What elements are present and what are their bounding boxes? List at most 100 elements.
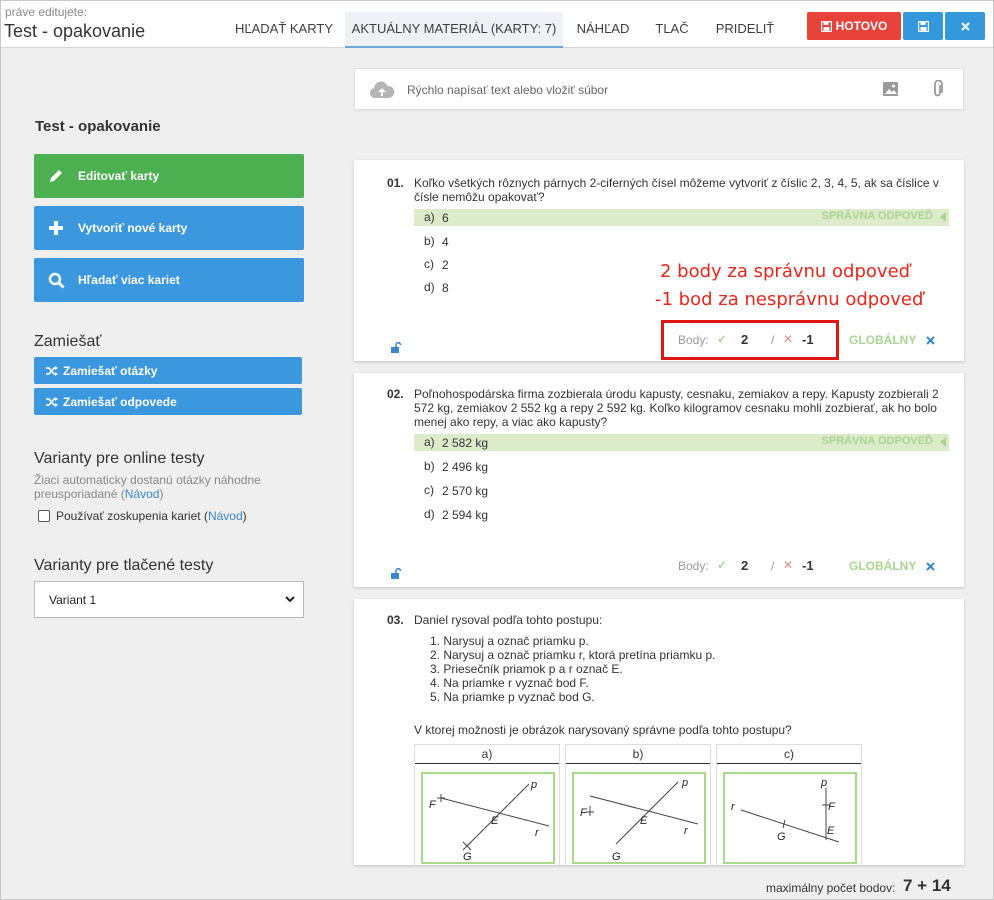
tab-assign[interactable]: PRIDELIŤ [706, 12, 784, 48]
answer-option-correct[interactable]: a) 2 582 kg SPRÁVNA ODPOVEĎ [414, 434, 949, 451]
correct-points-input[interactable]: 2 [741, 558, 748, 573]
shuffle-questions-button[interactable]: Zamiešať otázky [34, 357, 302, 384]
close-button[interactable] [945, 12, 985, 40]
label-G: G [463, 851, 472, 863]
triangle-left-icon [940, 212, 946, 222]
search-cards-button[interactable]: Hľadať viac kariet [34, 258, 304, 302]
points-label: Body: [678, 559, 709, 573]
edit-cards-label: Editovať karty [78, 169, 160, 183]
guide-link[interactable]: Návod [208, 509, 243, 523]
answer-option[interactable]: b) 2 496 kg [414, 458, 949, 475]
max-points-value: 7 + 14 [903, 876, 951, 895]
procedure-step: 2. Narysuj a označ priamku r, ktorá pret… [430, 648, 716, 662]
unlock-icon[interactable] [391, 568, 402, 579]
save-button[interactable] [903, 12, 943, 40]
max-points-label: maximálny počet bodov: [766, 881, 896, 895]
plus-icon [49, 221, 63, 235]
triangle-left-icon [940, 437, 946, 447]
global-scoring-toggle[interactable]: GLOBÁLNY [849, 333, 916, 347]
points-separator: / [771, 559, 775, 573]
label-F: F [429, 799, 437, 811]
annotation-line-1: 2 body za správnu odpoveď [660, 261, 911, 282]
label-E: E [827, 825, 835, 837]
groups-label: Používať zoskupenia kariet [56, 509, 201, 523]
answer-value: 6 [442, 211, 449, 225]
answer-letter: b) [424, 234, 435, 248]
answer-option[interactable]: d) 2 594 kg [414, 506, 949, 523]
close-icon[interactable] [926, 562, 935, 571]
answer-value: 2 496 kg [442, 460, 489, 474]
answer-letter: a) [424, 210, 435, 224]
create-cards-button[interactable]: Vytvoriť nové karty [34, 206, 304, 250]
figure-option-label: a) [415, 745, 559, 764]
question-prompt: V ktorej možnosti je obrázok narysovaný … [414, 723, 792, 737]
label-F: F [580, 807, 588, 819]
figure-option-a[interactable]: a) p r F E G [414, 744, 560, 865]
label-r: r [731, 801, 736, 813]
unlock-icon[interactable] [391, 342, 402, 353]
tab-preview[interactable]: NÁHĽAD [568, 12, 638, 48]
figure-option-label: b) [566, 745, 710, 764]
global-scoring-toggle[interactable]: GLOBÁLNY [849, 559, 916, 573]
question-text: Koľko všetkých rôznych párnych 2-ciferný… [414, 176, 939, 204]
answer-value: 2 [442, 258, 449, 272]
guide-link[interactable]: Návod [125, 487, 160, 501]
answer-option[interactable]: b) 4 [414, 233, 949, 250]
search-cards-label: Hľadať viac kariet [78, 273, 180, 287]
procedure-step: 5. Na priamke p vyznač bod G. [430, 690, 595, 704]
shuffle-icon [46, 365, 58, 376]
label-p: p [820, 777, 827, 789]
wrong-points-input[interactable]: -1 [802, 558, 814, 573]
groups-option: Používať zoskupenia kariet (Návod) [38, 509, 247, 523]
online-variants-description: Žiaci automaticky dostanú otázky náhodne… [34, 473, 261, 501]
answer-letter: b) [424, 459, 435, 473]
question-card-2: 02. Poľnohospodárska firma zozbierala úr… [354, 373, 964, 587]
tab-current-material[interactable]: AKTUÁLNY MATERIÁL (KARTY: 7) [345, 12, 563, 48]
document-title: Test - opakovanie [4, 21, 146, 41]
close-icon[interactable] [926, 336, 935, 345]
sidebar-title: Test - opakovanie [35, 118, 161, 135]
edit-cards-button[interactable]: Editovať karty [34, 154, 304, 198]
shuffle-heading: Zamiešať [34, 333, 102, 350]
procedure-step: 1. Narysuj a označ priamku p. [430, 634, 589, 648]
quick-input-placeholder: Rýchlo napísať text alebo vložiť súbor [407, 83, 609, 97]
save-icon [820, 20, 832, 32]
save-icon [917, 20, 929, 32]
shuffle-questions-label: Zamiešať otázky [63, 363, 158, 378]
question-text: Daniel rysoval podľa tohto postupu: [414, 613, 603, 627]
answer-option[interactable]: c) 2 570 kg [414, 482, 949, 499]
search-icon [48, 272, 65, 289]
variant-select[interactable]: Variant 1 [34, 581, 304, 618]
answer-value: 8 [442, 281, 449, 295]
question-number: 02. [387, 387, 404, 401]
paperclip-icon[interactable] [932, 80, 944, 98]
print-variants-heading: Varianty pre tlačené testy [34, 557, 214, 574]
image-icon[interactable] [883, 82, 898, 96]
done-button[interactable]: HOTOVO [807, 12, 901, 40]
shuffle-answers-label: Zamiešať odpovede [63, 394, 177, 409]
label-G: G [777, 831, 786, 843]
procedure-steps: 1. Narysuj a označ priamku p. 2. Narysuj… [430, 634, 715, 704]
question-number: 01. [387, 176, 404, 190]
geometry-figure-a: p r F E G [421, 772, 555, 864]
label-E: E [491, 815, 499, 827]
quick-input-bar[interactable]: Rýchlo napísať text alebo vložiť súbor [354, 68, 964, 110]
question-number: 03. [387, 613, 404, 627]
pencil-icon [50, 170, 62, 182]
figure-option-c[interactable]: c) p r F E G [716, 744, 862, 865]
tab-print[interactable]: TLAČ [646, 12, 698, 48]
answer-letter: d) [424, 507, 435, 521]
groups-checkbox[interactable] [38, 510, 50, 522]
shuffle-answers-button[interactable]: Zamiešať odpovede [34, 388, 302, 415]
procedure-step: 3. Priesečník priamok p a r označ E. [430, 662, 623, 676]
geometry-figure-c: p r F E G [723, 772, 857, 864]
check-icon: ✓ [717, 558, 728, 572]
answer-option-correct[interactable]: a) 6 SPRÁVNA ODPOVEĎ [414, 209, 949, 226]
label-p: p [530, 779, 537, 791]
label-r: r [684, 825, 689, 837]
figure-option-b[interactable]: b) p r F E G [565, 744, 711, 865]
tab-search-cards[interactable]: HĽADAŤ KARTY [228, 12, 340, 48]
geometry-figure-b: p r F E G [572, 772, 706, 864]
done-label: HOTOVO [835, 19, 888, 33]
label-F: F [828, 801, 836, 813]
